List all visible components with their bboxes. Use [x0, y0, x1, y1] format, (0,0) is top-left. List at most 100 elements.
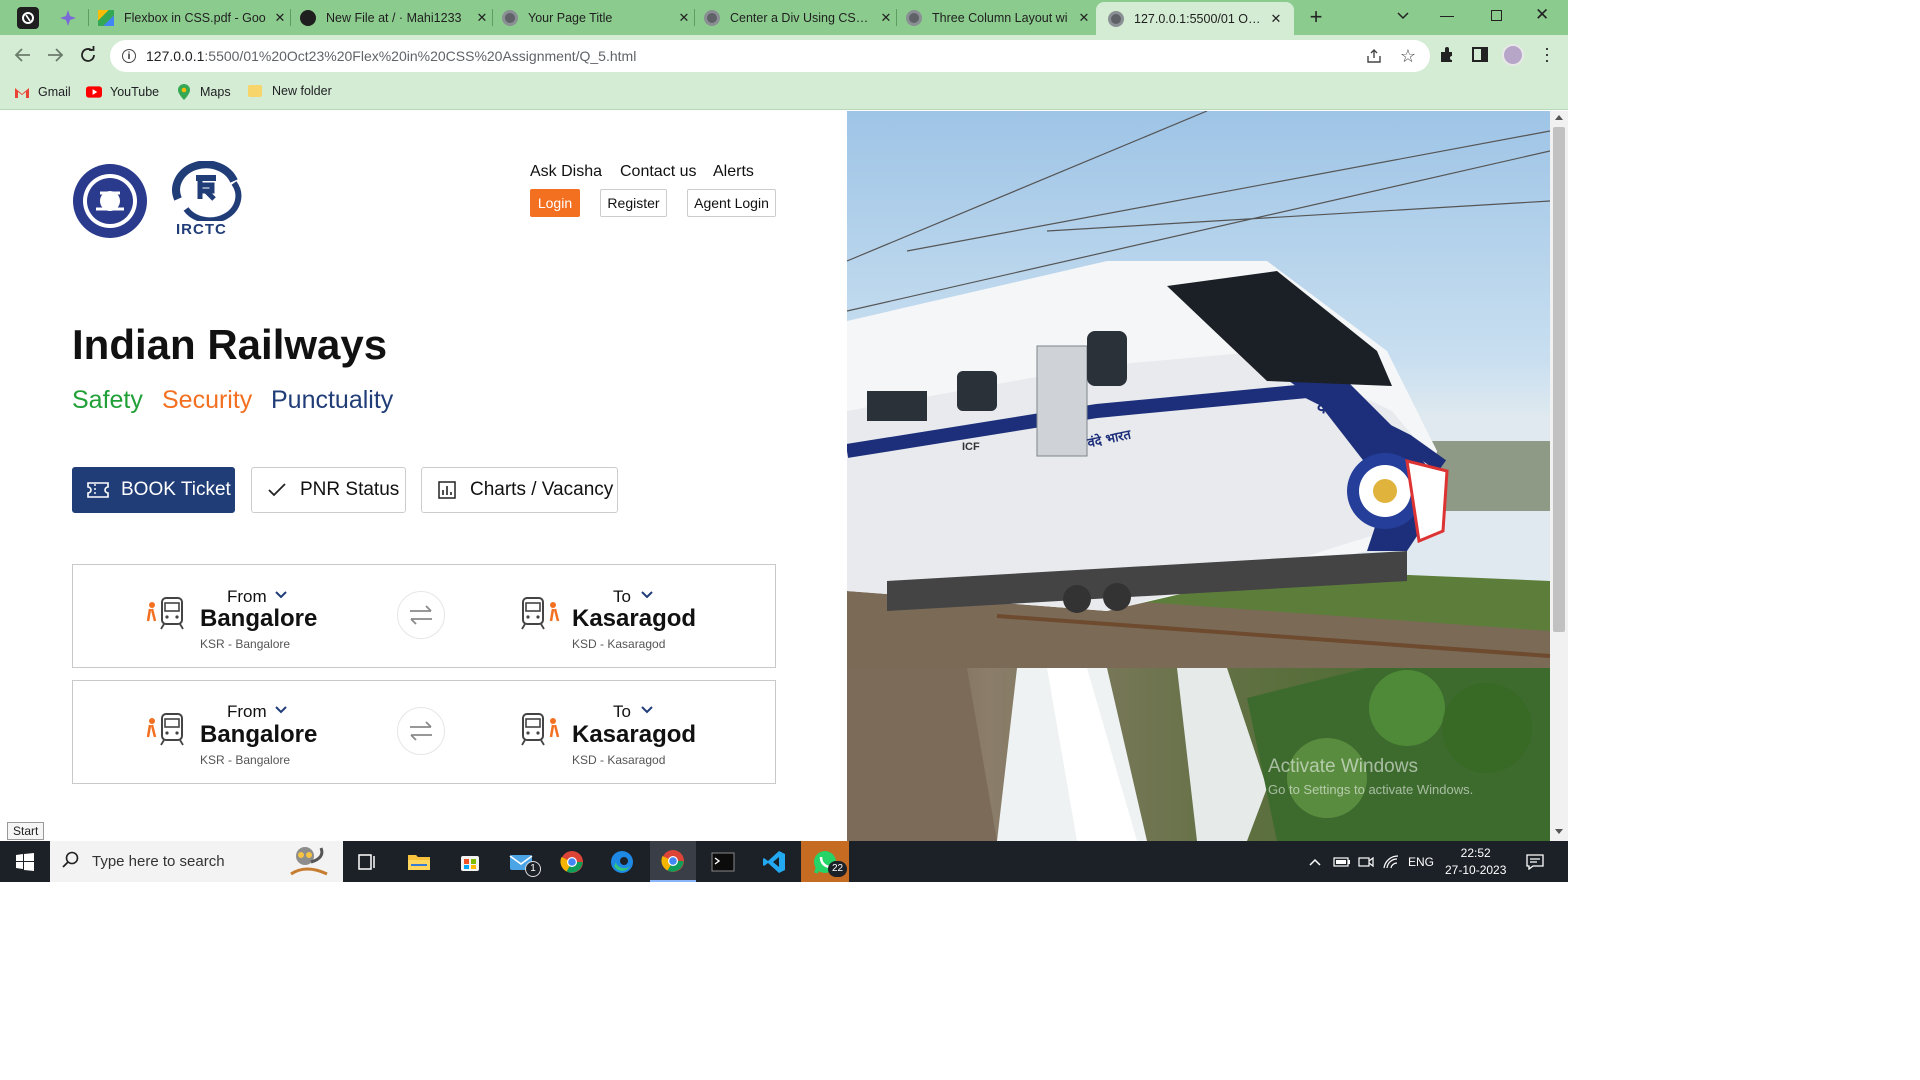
close-icon[interactable]: ✕: [272, 10, 288, 26]
tab-1[interactable]: New File at / · Mahi1233 ✕: [300, 0, 490, 35]
bookmark-gmail[interactable]: Gmail: [14, 84, 71, 100]
book-ticket-label: BOOK Ticket: [121, 479, 231, 500]
edge-icon[interactable]: [599, 841, 645, 882]
chrome-icon[interactable]: [549, 841, 595, 882]
close-icon[interactable]: ✕: [676, 10, 692, 26]
show-hidden-icons-chevron-icon[interactable]: [1308, 841, 1322, 882]
to-city[interactable]: Kasaragod: [572, 721, 696, 749]
from-city[interactable]: Bangalore: [200, 605, 317, 633]
to-code: KSD - Kasaragod: [572, 753, 666, 767]
to-city[interactable]: Kasaragod: [572, 605, 696, 633]
reload-icon[interactable]: [79, 46, 97, 69]
pnr-status-button[interactable]: PNR Status: [251, 467, 406, 513]
swap-stations-button[interactable]: [397, 707, 445, 755]
back-icon[interactable]: [14, 46, 32, 69]
irctc-logo-text: IRCTC: [176, 221, 227, 238]
to-chevron-down-icon[interactable]: [640, 587, 654, 605]
window-close-icon[interactable]: ✕: [1535, 5, 1549, 25]
watermark-line-1: Activate Windows: [1268, 756, 1418, 777]
file-explorer-icon[interactable]: [396, 841, 442, 882]
tab-5-active[interactable]: 127.0.0.1:5500/01 Oct23 ✕: [1096, 2, 1294, 35]
avatar[interactable]: [1502, 44, 1524, 66]
agent-login-button[interactable]: Agent Login: [687, 189, 776, 217]
tab-search-icon[interactable]: [17, 7, 39, 29]
clock-time: 22:52: [1460, 845, 1491, 860]
clock[interactable]: 22:52 27-10-2023: [1445, 841, 1506, 882]
charts-vacancy-button[interactable]: Charts / Vacancy: [421, 467, 618, 513]
chrome-active-window-icon[interactable]: [650, 841, 696, 882]
kebab-menu-icon[interactable]: · · ·: [1544, 39, 1550, 69]
register-button[interactable]: Register: [600, 189, 667, 217]
meet-now-icon[interactable]: [1358, 841, 1374, 882]
scrollbar-thumb[interactable]: [1553, 127, 1565, 632]
scroll-down-arrow-icon[interactable]: [1555, 829, 1563, 834]
notifications-icon[interactable]: [1526, 841, 1544, 882]
address-bar[interactable]: i 127.0.0.1:5500/01%20Oct23%20Flex%20in%…: [110, 40, 1430, 72]
language-indicator[interactable]: ENG: [1408, 841, 1434, 882]
tab-2[interactable]: Your Page Title ✕: [502, 0, 692, 35]
from-chevron-down-icon[interactable]: [274, 702, 288, 720]
battery-icon[interactable]: [1333, 841, 1351, 882]
ticket-icon: [85, 481, 111, 499]
tagline-punctuality: Punctuality: [271, 386, 394, 414]
bookmark-label: YouTube: [110, 85, 160, 99]
share-icon[interactable]: [1366, 48, 1382, 67]
wifi-icon[interactable]: [1383, 841, 1399, 882]
page-scrollbar[interactable]: [1550, 111, 1568, 841]
side-panel-icon[interactable]: [1472, 47, 1488, 62]
book-ticket-button[interactable]: BOOK Ticket: [72, 467, 235, 513]
bookmark-folder[interactable]: New folder: [248, 84, 332, 98]
check-icon: [264, 482, 290, 498]
globe-icon: [502, 9, 518, 26]
bookmark-label: Maps: [200, 85, 231, 99]
restore-icon[interactable]: [1491, 10, 1502, 21]
whatsapp-icon[interactable]: 22: [801, 841, 849, 882]
to-chevron-down-icon[interactable]: [640, 702, 654, 720]
tagline-security: Security: [162, 386, 253, 414]
page-viewport: IRCTC Ask Disha Contact us Alerts Login …: [0, 111, 1550, 841]
terminal-icon[interactable]: [700, 841, 746, 882]
nav-contact-us[interactable]: Contact us: [620, 163, 696, 181]
url-path: :5500/01%20Oct23%20Flex%20in%20CSS%20Ass…: [204, 48, 637, 64]
site-info-icon[interactable]: i: [122, 49, 136, 63]
windows-start-icon[interactable]: [2, 841, 48, 882]
login-button[interactable]: Login: [530, 189, 580, 217]
vscode-icon[interactable]: [751, 841, 797, 882]
tab-3[interactable]: Center a Div Using CSS F ✕: [704, 0, 894, 35]
minimize-icon[interactable]: [1440, 16, 1454, 17]
extensions-puzzle-icon[interactable]: [1438, 46, 1456, 69]
nav-alerts[interactable]: Alerts: [713, 163, 754, 181]
browser-tab-strip: Flexbox in CSS.pdf - Goo ✕ New File at /…: [0, 0, 1568, 35]
extension-sparkle-icon[interactable]: [58, 8, 78, 28]
new-tab-plus-icon[interactable]: +: [1305, 5, 1327, 29]
bookmark-youtube[interactable]: YouTube: [86, 84, 159, 100]
livery-text-icf: ICF: [962, 441, 980, 453]
tab-title: Center a Div Using CSS F: [730, 10, 872, 25]
windows-activation-watermark: Activate Windows Go to Settings to activ…: [1268, 756, 1473, 797]
from-label: From: [227, 702, 267, 721]
globe-icon: [906, 9, 922, 26]
nav-ask-disha[interactable]: Ask Disha: [530, 163, 602, 181]
close-icon[interactable]: ✕: [474, 10, 490, 26]
taskbar-search-box[interactable]: Type here to search: [50, 841, 343, 882]
task-view-icon[interactable]: [344, 841, 390, 882]
close-icon[interactable]: ✕: [1076, 10, 1092, 26]
to-station-icon: [520, 711, 560, 752]
swap-stations-button[interactable]: [397, 591, 445, 639]
bookmark-maps[interactable]: Maps: [176, 84, 231, 100]
forward-icon[interactable]: [46, 46, 64, 69]
to-code: KSD - Kasaragod: [572, 637, 666, 651]
mail-icon[interactable]: 1: [498, 841, 544, 882]
tab-search-chevron-icon[interactable]: [1396, 8, 1412, 24]
tab-4[interactable]: Three Column Layout wi ✕: [906, 0, 1092, 35]
search-placeholder: Type here to search: [92, 853, 225, 870]
tab-0[interactable]: Flexbox in CSS.pdf - Goo ✕: [98, 0, 288, 35]
from-city[interactable]: Bangalore: [200, 721, 317, 749]
from-chevron-down-icon[interactable]: [274, 587, 288, 605]
microsoft-store-icon[interactable]: [447, 841, 493, 882]
bookmark-star-icon[interactable]: ☆: [1400, 46, 1416, 67]
close-icon[interactable]: ✕: [878, 10, 894, 26]
charts-vacancy-label: Charts / Vacancy: [470, 479, 614, 500]
scroll-up-arrow-icon[interactable]: [1555, 115, 1563, 120]
close-icon[interactable]: ✕: [1268, 11, 1284, 27]
